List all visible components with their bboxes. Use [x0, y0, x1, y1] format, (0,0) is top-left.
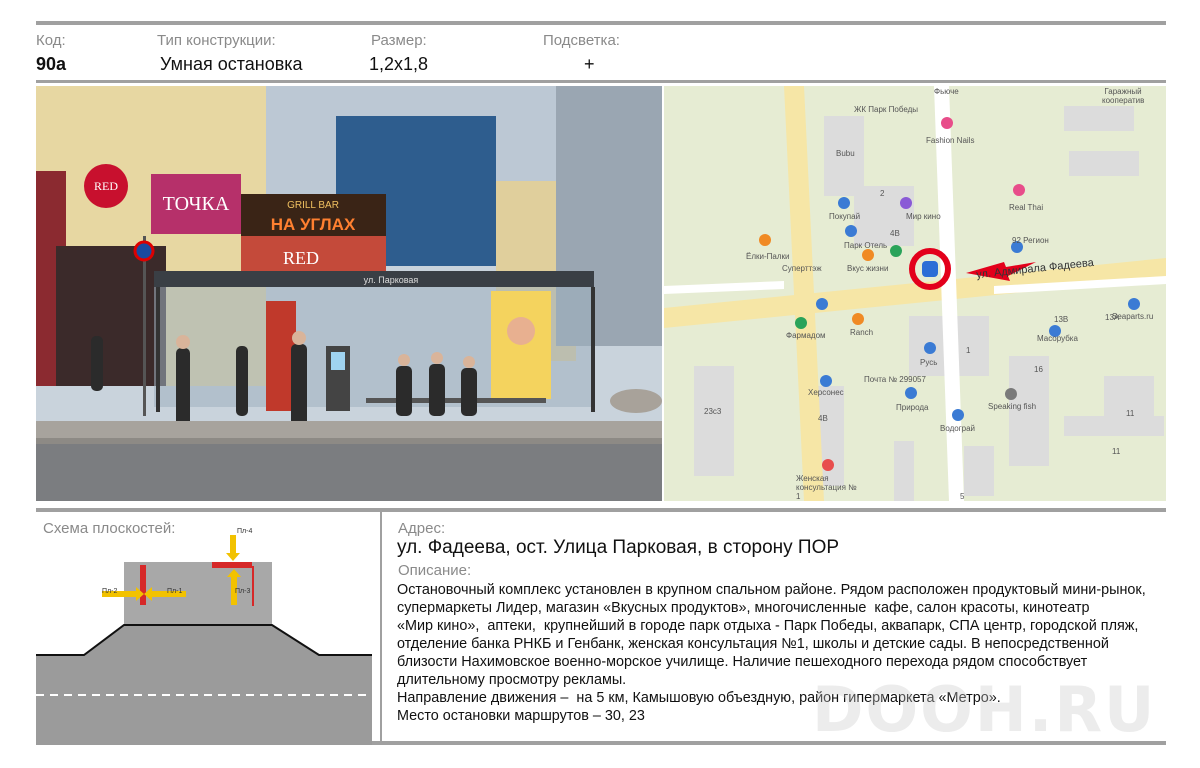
light-label: Подсветка:: [543, 32, 620, 49]
map-label: 92 Регион: [1012, 236, 1049, 245]
house-number: 11: [1126, 409, 1135, 418]
size-value: 1,2х1,8: [369, 54, 429, 74]
map-label: Real Thai: [1009, 203, 1044, 212]
map-label: Женская консультация № 1: [796, 474, 857, 501]
size-label: Размер:: [371, 32, 427, 49]
address-value: ул. Фадеева, ост. Улица Парковая, в стор…: [397, 537, 840, 558]
watermark: DOOH.RU: [812, 673, 1157, 746]
map-label: Гаражный кооператив: [1102, 87, 1145, 105]
section-divider: [380, 512, 382, 743]
house-number: 4В: [818, 414, 828, 423]
top-rule: [36, 21, 1166, 25]
map-label: Суперттэж: [782, 264, 822, 273]
planes-schema: Пл-1 Пл-2 Пл-3 Пл-4: [36, 515, 372, 745]
house-number: 23с3: [704, 407, 722, 416]
map-label: Bubu: [836, 149, 855, 158]
map-illustration: [664, 86, 1166, 501]
code-label: Код:: [36, 32, 66, 49]
grill-bar-sign: GRILL BAR: [287, 200, 339, 211]
house-number: 1: [966, 346, 971, 355]
house-number: 16: [1034, 365, 1043, 374]
plane-label-pl3: Пл-3: [235, 588, 251, 595]
plane-label-pl2: Пл-2: [102, 588, 118, 595]
house-number: 4В: [890, 229, 900, 238]
map-label: Speaking fish: [988, 402, 1037, 411]
bus-stop-photo: RED ТОЧКА GRILL BAR НА УГЛАХ RED ул. Пар…: [36, 86, 662, 501]
map-label: Фьюче: [934, 87, 959, 96]
description-label: Описание:: [398, 562, 472, 579]
stop-name-sign: ул. Парковая: [364, 275, 419, 285]
map-label: Природа: [896, 403, 929, 412]
type-value: Умная остановка: [160, 54, 303, 74]
house-number: 13А: [1105, 313, 1120, 322]
house-number: 11: [1112, 447, 1121, 456]
section-rule: [36, 508, 1166, 512]
map-label: Херсонес: [808, 388, 844, 397]
address-label: Адрес:: [398, 520, 446, 537]
map-label: Покупай: [829, 212, 861, 221]
na-uglah-sign: НА УГЛАХ: [271, 215, 356, 234]
red-bar-sign: RED: [283, 248, 319, 268]
house-number: 5: [960, 492, 965, 501]
map-label: ЖК Парк Победы: [854, 105, 919, 114]
red-logo-sign: RED: [94, 179, 118, 193]
house-number: 13В: [1054, 315, 1069, 324]
map-label: Вкус жизни: [847, 264, 889, 273]
tochka-sign: ТОЧКА: [163, 193, 230, 215]
map-label: Фармадом: [786, 331, 826, 340]
light-value: +: [584, 54, 595, 74]
map-label: Мир кино: [906, 212, 941, 221]
header-bottom-rule: [36, 80, 1166, 83]
plane-label-pl4: Пл-4: [237, 528, 253, 535]
schema-diagram: [36, 535, 372, 745]
type-label: Тип конструкции:: [157, 32, 276, 49]
map-label: Масорубка: [1037, 334, 1078, 343]
map-label: Почта № 299057: [864, 375, 926, 384]
map-label: Ёлки-Палки: [746, 252, 790, 261]
house-number: 2: [880, 189, 885, 198]
map-label: Ranch: [850, 328, 874, 337]
location-map: ул. Адмирала Фадеева Фьюче Гаражный кооп…: [664, 86, 1166, 501]
code-value: 90а: [36, 54, 67, 74]
map-label: Водограй: [940, 424, 976, 433]
plane-label-pl1: Пл-1: [167, 588, 183, 595]
photo-illustration: RED ТОЧКА GRILL BAR НА УГЛАХ RED ул. Пар…: [36, 86, 662, 501]
map-label: Fashion Nails: [926, 136, 975, 145]
map-label: Парк Отель: [844, 241, 888, 250]
map-label: Русь: [920, 358, 938, 367]
